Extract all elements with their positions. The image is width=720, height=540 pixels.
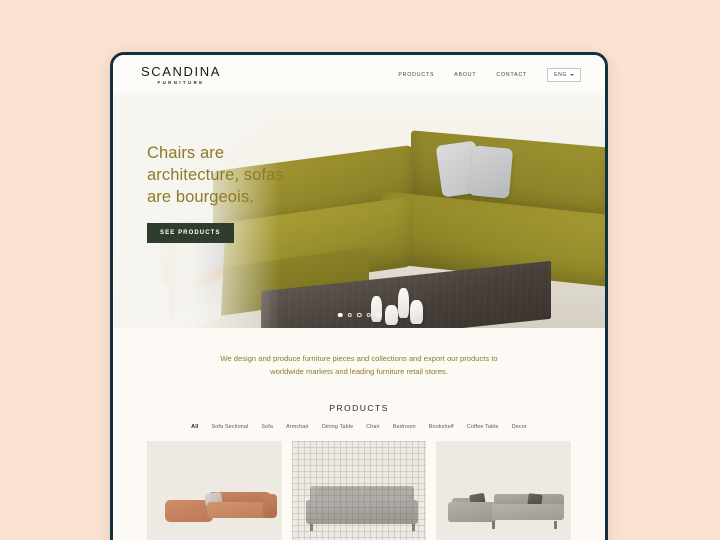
product-filter-decor[interactable]: Decor <box>512 424 527 430</box>
carousel-dot[interactable] <box>347 312 352 317</box>
carousel-dot[interactable] <box>375 312 381 317</box>
product-filter-dining-table[interactable]: Dining Table <box>322 424 353 430</box>
carousel-dot[interactable] <box>337 312 343 317</box>
product-sofa-arm <box>263 493 277 518</box>
nav-item-contact[interactable]: CONTACT <box>496 72 527 78</box>
main-navigation: PRODUCTS ABOUT CONTACT ENG <box>398 68 581 82</box>
product-card[interactable]: Nerelax Corner Sofa Couch <box>436 440 571 540</box>
products-title: PRODUCTS <box>329 402 389 413</box>
products-section: PRODUCTS All Sofa Sectional Sofa Armchair Di… <box>113 392 605 540</box>
product-plaid-texture <box>291 440 427 540</box>
intro-section: We design and produce furniture pieces a… <box>113 328 605 393</box>
product-filter-armchair[interactable]: Armchair <box>286 424 309 430</box>
language-selector-value: ENG <box>554 71 567 78</box>
product-filter-chair[interactable]: Chair <box>366 424 380 430</box>
hero-carousel: Chairs are architecture, sofas are bourg… <box>113 95 605 328</box>
nav-item-products[interactable]: PRODUCTS <box>398 72 434 78</box>
site-header: SCANDINA FURNITURE PRODUCTS ABOUT CONTAC… <box>113 55 605 95</box>
product-filter-bedroom[interactable]: Bedroom <box>393 424 416 430</box>
carousel-dot[interactable] <box>356 312 362 317</box>
product-filter-sofa[interactable]: Sofa <box>261 424 273 430</box>
product-thumbnail-relax-corner-sofa[interactable] <box>147 440 282 540</box>
hero-headline: Chairs are architecture, sofas are bourg… <box>147 144 284 206</box>
browser-frame: SCANDINA FURNITURE PRODUCTS ABOUT CONTAC… <box>110 52 608 540</box>
product-sofa-leg <box>554 520 558 529</box>
product-card[interactable]: Hilton Sofa – Grey Fabric, Pillow <box>291 440 427 540</box>
hero-copy: Chairs are architecture, sofas are bourg… <box>147 143 297 243</box>
carousel-dot[interactable] <box>366 312 371 317</box>
page-scroll-area[interactable]: SCANDINA FURNITURE PRODUCTS ABOUT CONTAC… <box>113 55 605 540</box>
intro-paragraph: We design and produce furniture pieces a… <box>220 354 498 377</box>
carousel-dots <box>337 312 381 317</box>
product-sofa-leg <box>492 520 496 529</box>
chevron-down-icon <box>570 74 574 76</box>
logo-wordmark: SCANDINA <box>141 64 221 80</box>
product-thumbnail-hilton-sofa-grey[interactable] <box>291 440 427 540</box>
product-sofa-seat <box>492 503 565 520</box>
product-thumbnail-nerelax-corner-sofa[interactable] <box>436 440 571 540</box>
see-products-button[interactable]: SEE PRODUCTS <box>147 222 234 243</box>
product-filter-all[interactable]: All <box>191 424 198 430</box>
product-card[interactable]: Relax Corner Sofa Oak, Cotton <box>147 440 282 540</box>
product-sofa-chaise <box>448 501 497 522</box>
product-sofa-seat <box>207 501 271 518</box>
logo-tagline: FURNITURE <box>157 79 205 85</box>
nav-item-about[interactable]: ABOUT <box>454 72 476 78</box>
product-filter-coffee-table[interactable]: Coffee Table <box>467 424 499 430</box>
product-grid: Relax Corner Sofa Oak, Cotton Hilton Sof… <box>113 430 605 540</box>
product-filter-bookshelf[interactable]: Bookshelf <box>429 424 454 430</box>
brand-logo[interactable]: SCANDINA FURNITURE <box>141 65 221 85</box>
product-filter-sofa-sectional[interactable]: Sofa Sectional <box>212 424 249 430</box>
language-selector[interactable]: ENG <box>547 68 581 82</box>
